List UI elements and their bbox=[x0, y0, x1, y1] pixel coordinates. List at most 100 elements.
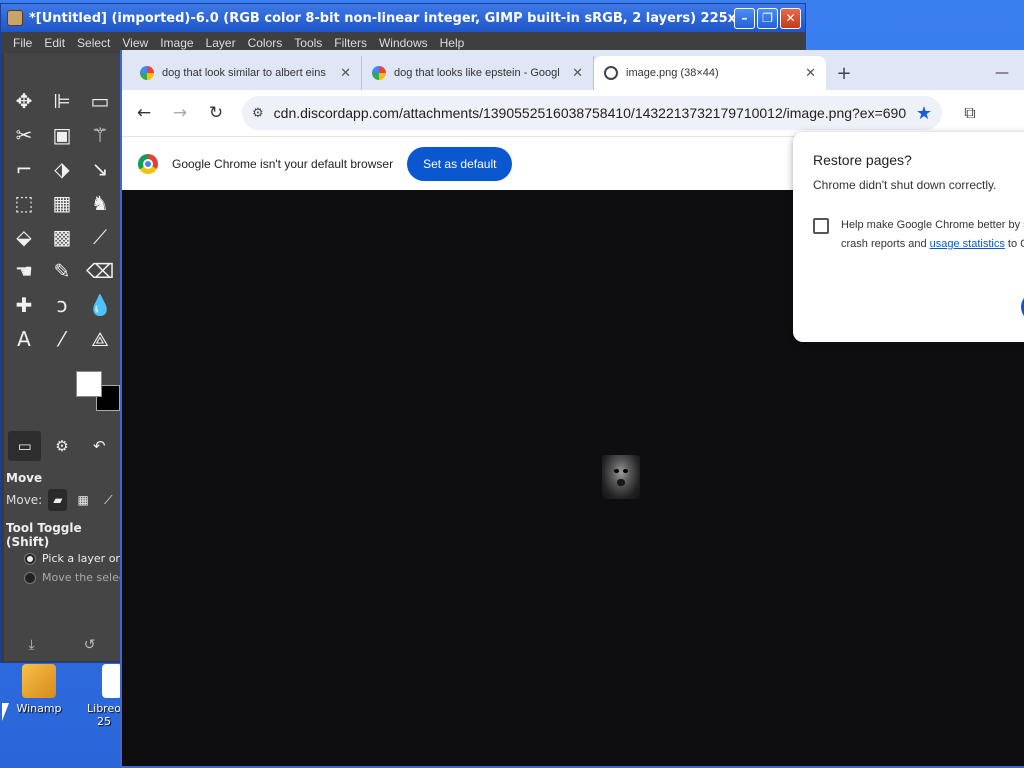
tab-label: image.png (38×44) bbox=[626, 67, 719, 79]
gimp-titlebar[interactable]: *[Untitled] (imported)-6.0 (RGB color 8-… bbox=[1, 4, 805, 32]
scissors-tool-icon[interactable]: ✂ bbox=[6, 119, 42, 151]
address-bar[interactable]: ⚙ cdn.discordapp.com/attachments/1390552… bbox=[242, 96, 942, 130]
handle-transform-tool-icon[interactable]: ♞ bbox=[82, 187, 118, 219]
usage-stats-row: Help make Google Chrome better by s cras… bbox=[813, 216, 1024, 254]
menu-colors[interactable]: Colors bbox=[242, 36, 289, 50]
desktop-icon-label: Libreo 25 bbox=[87, 702, 121, 728]
set-as-default-button[interactable]: Set as default bbox=[407, 146, 513, 181]
site-info-icon[interactable]: ⚙ bbox=[252, 106, 264, 121]
desktop-icon-libreoffice[interactable]: Libreo 25 bbox=[84, 664, 124, 728]
menu-file[interactable]: File bbox=[7, 36, 38, 50]
lasso-tool-icon[interactable]: ↄ bbox=[44, 289, 80, 321]
pencil-tool-icon[interactable]: ✎ bbox=[44, 255, 80, 287]
menu-layer[interactable]: Layer bbox=[200, 36, 242, 50]
move-active-option[interactable]: Move the select bbox=[4, 568, 120, 587]
color-picker-tool-icon[interactable]: ⁄ bbox=[44, 323, 80, 355]
paintbrush-tool-icon[interactable]: ⟋ bbox=[82, 221, 118, 253]
reset-options-icon[interactable]: ↺ bbox=[84, 637, 96, 653]
fuzzy-select-tool-icon[interactable]: ⚚ bbox=[82, 119, 118, 151]
tool-options-title: Move bbox=[6, 471, 43, 485]
tab-label: dog that look similar to albert eins bbox=[162, 67, 326, 79]
side-panel-icon[interactable]: ⧉ bbox=[954, 97, 986, 129]
tab-close-icon[interactable]: ✕ bbox=[572, 65, 583, 81]
gradient-tool-icon[interactable]: ▩ bbox=[44, 221, 80, 253]
reload-icon[interactable]: ↻ bbox=[200, 97, 232, 129]
restore-title: Restore pages? bbox=[813, 152, 912, 168]
menu-edit[interactable]: Edit bbox=[38, 36, 71, 50]
save-options-icon[interactable]: ⤓ bbox=[29, 637, 35, 653]
blur-tool-icon[interactable]: 💧 bbox=[82, 289, 118, 321]
tab-close-icon[interactable]: ✕ bbox=[340, 65, 351, 81]
rect-select-tool-icon[interactable]: ▭ bbox=[82, 85, 118, 117]
tab-close-icon[interactable]: ✕ bbox=[805, 65, 816, 81]
new-tab-button[interactable]: + bbox=[826, 56, 862, 90]
move-mode-row: Move: ▰ ▦ ⟋ bbox=[4, 485, 120, 515]
menu-windows[interactable]: Windows bbox=[373, 36, 434, 50]
bucket-fill-tool-icon[interactable]: ⬙ bbox=[6, 221, 42, 253]
menu-image[interactable]: Image bbox=[154, 36, 199, 50]
tool-options-tabs: ▭ ⚙ ↶ bbox=[4, 427, 120, 465]
tab-strip: dog that look similar to albert eins ✕ d… bbox=[122, 50, 1024, 90]
foreground-color-swatch[interactable] bbox=[76, 371, 102, 397]
mouse-cursor-icon bbox=[2, 703, 16, 721]
chrome-window: dog that look similar to albert eins ✕ d… bbox=[120, 50, 1024, 768]
foreground-select-tool-icon[interactable]: ▣ bbox=[44, 119, 80, 151]
minimize-button[interactable]: – bbox=[734, 7, 755, 29]
move-path-mode-icon[interactable]: ⟋ bbox=[99, 489, 118, 511]
tab-image[interactable]: image.png (38×44) ✕ bbox=[594, 56, 826, 90]
undo-history-tab-icon[interactable]: ↶ bbox=[83, 431, 116, 461]
usage-stats-line2-prefix: crash reports and bbox=[841, 238, 930, 250]
eraser-tool-icon[interactable]: ⌫ bbox=[82, 255, 118, 287]
radio-selected-icon bbox=[24, 552, 36, 565]
bookmark-star-icon[interactable]: ★ bbox=[916, 103, 932, 124]
tab-search-albert[interactable]: dog that look similar to albert eins ✕ bbox=[130, 56, 362, 90]
usage-stats-checkbox[interactable] bbox=[813, 218, 829, 234]
libreoffice-icon bbox=[102, 664, 122, 698]
chrome-minimize-button[interactable]: — bbox=[980, 56, 1024, 90]
globe-favicon-icon bbox=[604, 66, 618, 80]
radio-unselected-icon bbox=[24, 571, 36, 584]
smudge-tool-icon[interactable]: ☚ bbox=[6, 255, 42, 287]
crop-tool-icon[interactable]: ⌐ bbox=[6, 153, 42, 185]
usage-stats-text: Help make Google Chrome better by s cras… bbox=[841, 216, 1024, 254]
heal-tool-icon[interactable]: ✚ bbox=[6, 289, 42, 321]
gimp-app-icon bbox=[7, 10, 23, 26]
unified-transform-tool-icon[interactable]: ⬗ bbox=[44, 153, 80, 185]
close-button[interactable]: ✕ bbox=[780, 7, 801, 29]
move-active-label: Move the select bbox=[42, 571, 120, 584]
move-tool-icon[interactable]: ✥ bbox=[6, 85, 42, 117]
perspective-tool-icon[interactable]: ⬚ bbox=[6, 187, 42, 219]
tool-options-tab-icon[interactable]: ▭ bbox=[8, 431, 42, 461]
chrome-toolbar: ← → ↻ ⚙ cdn.discordapp.com/attachments/1… bbox=[122, 90, 1024, 136]
gimp-toolbox: ✥ ⊫ ▭ ✂ ▣ ⚚ ⌐ ⬗ ↘ ⬚ ▦ ♞ ⬙ ▩ ⟋ ☚ ✎ ⌫ ✚ ↄ … bbox=[4, 53, 120, 661]
menu-filters[interactable]: Filters bbox=[328, 36, 373, 50]
usage-statistics-link[interactable]: usage statistics bbox=[930, 238, 1005, 250]
restore-subtitle: Chrome didn't shut down correctly. bbox=[813, 178, 997, 192]
warp-transform-tool-icon[interactable]: ↘ bbox=[82, 153, 118, 185]
menu-help[interactable]: Help bbox=[434, 36, 471, 50]
color-swatches bbox=[4, 363, 120, 423]
text-tool-icon[interactable]: A bbox=[6, 323, 42, 355]
device-status-tab-icon[interactable]: ⚙ bbox=[45, 431, 78, 461]
infobar-text: Google Chrome isn't your default browser bbox=[172, 156, 394, 171]
toolbox-footer: ⤓ ↺ bbox=[4, 637, 120, 653]
displayed-image[interactable] bbox=[602, 455, 640, 499]
menu-tools[interactable]: Tools bbox=[288, 36, 328, 50]
tab-label: dog that looks like epstein - Googl bbox=[394, 67, 560, 79]
google-favicon-icon bbox=[372, 66, 386, 80]
google-favicon-icon bbox=[140, 66, 154, 80]
tab-search-epstein[interactable]: dog that looks like epstein - Googl ✕ bbox=[362, 56, 594, 90]
back-arrow-icon[interactable]: ← bbox=[128, 97, 160, 129]
forward-arrow-icon[interactable]: → bbox=[164, 97, 196, 129]
cage-transform-tool-icon[interactable]: ▦ bbox=[44, 187, 80, 219]
move-layer-mode-icon[interactable]: ▰ bbox=[48, 489, 68, 511]
align-tool-icon[interactable]: ⊫ bbox=[44, 85, 80, 117]
pick-layer-option[interactable]: Pick a layer or bbox=[4, 549, 120, 568]
url-text[interactable]: cdn.discordapp.com/attachments/139055251… bbox=[274, 105, 906, 121]
move-selection-mode-icon[interactable]: ▦ bbox=[73, 489, 92, 511]
menu-view[interactable]: View bbox=[116, 36, 154, 50]
tool-toggle-label: Tool Toggle (Shift) bbox=[6, 521, 82, 549]
measure-tool-icon[interactable]: ⟁ bbox=[82, 323, 118, 355]
maximize-button[interactable]: ❐ bbox=[757, 7, 778, 29]
menu-select[interactable]: Select bbox=[71, 36, 116, 50]
